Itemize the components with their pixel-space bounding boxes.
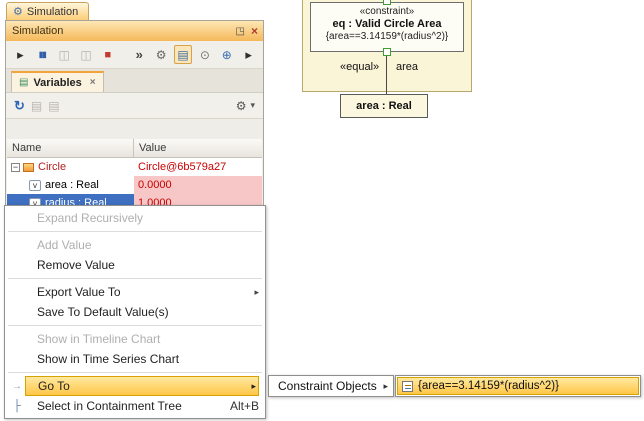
containment-tree-icon: ├ [9, 400, 25, 412]
column-header-value[interactable]: Value [134, 139, 262, 157]
table-row-circle[interactable]: − Circle Circle@6b579a27 [7, 158, 262, 176]
breakpoints-button[interactable]: ⊙ [195, 45, 214, 64]
menu-item-constraint-expression[interactable]: {area==3.14159*(radius^2)} [397, 377, 639, 395]
row-name: area : Real [45, 176, 99, 194]
menu-item-save-to-default-values[interactable]: Save To Default Value(s) [5, 302, 265, 322]
menu-item-show-in-timeline-chart: Show in Timeline Chart [5, 329, 265, 349]
options-caret-icon[interactable]: ▾ [250, 100, 255, 111]
screenshot-root: ⚙ Simulation «constraint» eq : Valid Cir… [0, 0, 644, 421]
menu-item-go-to[interactable]: → Go To ▸ [5, 376, 265, 396]
go-to-highlight[interactable]: Go To ▸ [25, 376, 259, 396]
tab-variables[interactable]: ▤ Variables × [11, 71, 104, 92]
web-ui-button[interactable]: ⊕ [217, 45, 236, 64]
constraint-expression: {area==3.14159*(radius^2)} [311, 31, 463, 42]
animation-settings-button[interactable]: ⚙ [152, 45, 171, 64]
submenu-constraint-objects[interactable]: Constraint Objects ▸ [268, 375, 394, 397]
menu-separator [8, 231, 262, 232]
run-button[interactable]: ▸ [11, 45, 30, 64]
export-button[interactable]: ▤ [31, 99, 42, 113]
equal-stereotype-label: «equal» [340, 61, 379, 73]
menu-separator [8, 372, 262, 373]
constraint-object-icon [402, 381, 413, 392]
row-name: Circle [38, 158, 66, 176]
go-to-icon: → [9, 381, 25, 392]
table-row-area[interactable]: v area : Real 0.0000 [7, 176, 262, 194]
step-out-button[interactable]: ◫ [77, 45, 96, 64]
start-button[interactable]: ▸ [239, 45, 258, 64]
submenu-arrow-icon: ▸ [383, 381, 388, 392]
simulation-window-tab-label: Simulation [27, 6, 78, 18]
submenu-arrow-icon: ▸ [254, 287, 259, 298]
table-header: Name Value [7, 139, 262, 158]
close-panel-icon[interactable]: × [251, 24, 258, 38]
constraint-name: eq : Valid Circle Area [311, 18, 463, 30]
menu-item-show-in-time-series-chart[interactable]: Show in Time Series Chart [5, 349, 265, 369]
simulation-toolbar: ▸ ▮▮ ◫ ◫ ■ » ⚙ ▤ ⊙ ⊕ ▸ [6, 41, 263, 69]
menu-item-export-value-to[interactable]: Export Value To ▸ [5, 282, 265, 302]
options-gear-button[interactable]: ⚙ [236, 99, 247, 113]
submenu-arrow-icon: ▸ [251, 381, 258, 392]
simulation-gear-icon: ⚙ [13, 5, 23, 18]
submenu-constraint-object-item: {area==3.14159*(radius^2)} [395, 375, 641, 397]
menu-separator [8, 325, 262, 326]
constraint-top-port[interactable] [383, 0, 391, 5]
constraint-stereotype: «constraint» [311, 6, 463, 17]
variables-toolbar: ↻ ▤ ▤ ⚙ ▾ [6, 93, 263, 119]
variables-tab-close-icon[interactable]: × [90, 77, 96, 88]
panel-tab-strip: ▤ Variables × [6, 69, 263, 93]
row-value[interactable]: 0.0000 [134, 176, 262, 194]
constraint-bottom-port[interactable] [383, 48, 391, 56]
pause-button[interactable]: ▮▮ [33, 45, 52, 64]
constraint-symbol[interactable]: «constraint» eq : Valid Circle Area {are… [310, 2, 464, 52]
variables-icon: ▤ [19, 77, 28, 88]
column-header-name[interactable]: Name [7, 139, 134, 157]
simulation-panel: Simulation ◳ × ▸ ▮▮ ◫ ◫ ■ » ⚙ ▤ ⊙ ⊕ ▸ ▤ … [5, 20, 264, 222]
variables-pane-toggle-button[interactable]: ▤ [174, 45, 193, 64]
simulation-window-tab[interactable]: ⚙ Simulation [6, 2, 89, 20]
simulation-panel-title: Simulation [12, 25, 63, 37]
simulation-panel-header: Simulation ◳ × [6, 21, 263, 41]
object-icon [23, 163, 34, 172]
binding-connector[interactable] [386, 56, 387, 94]
more-actions-button[interactable]: » [130, 45, 149, 64]
terminate-button[interactable]: ■ [98, 45, 117, 64]
menu-separator [8, 278, 262, 279]
constraint-expression-label: {area==3.14159*(radius^2)} [418, 380, 559, 392]
step-over-button[interactable]: ◫ [55, 45, 74, 64]
refresh-button[interactable]: ↻ [14, 98, 25, 114]
collapse-expander-icon[interactable]: − [11, 163, 20, 172]
float-window-icon[interactable]: ◳ [236, 26, 245, 37]
context-menu: Expand Recursively Add Value Remove Valu… [4, 205, 266, 419]
menu-item-add-value: Add Value [5, 235, 265, 255]
import-button[interactable]: ▤ [48, 99, 59, 113]
area-role-label: area [396, 61, 418, 73]
constraint-objects-label: Constraint Objects [278, 379, 377, 393]
row-value[interactable]: Circle@6b579a27 [134, 158, 262, 176]
value-property-icon: v [29, 180, 41, 191]
area-part-symbol[interactable]: area : Real [340, 94, 428, 118]
shortcut-label: Alt+B [230, 399, 259, 413]
menu-item-remove-value[interactable]: Remove Value [5, 255, 265, 275]
variables-tab-label: Variables [33, 77, 81, 89]
menu-item-expand-recursively: Expand Recursively [5, 208, 265, 228]
menu-item-select-in-containment-tree[interactable]: ├ Select in Containment Tree Alt+B [5, 396, 265, 416]
